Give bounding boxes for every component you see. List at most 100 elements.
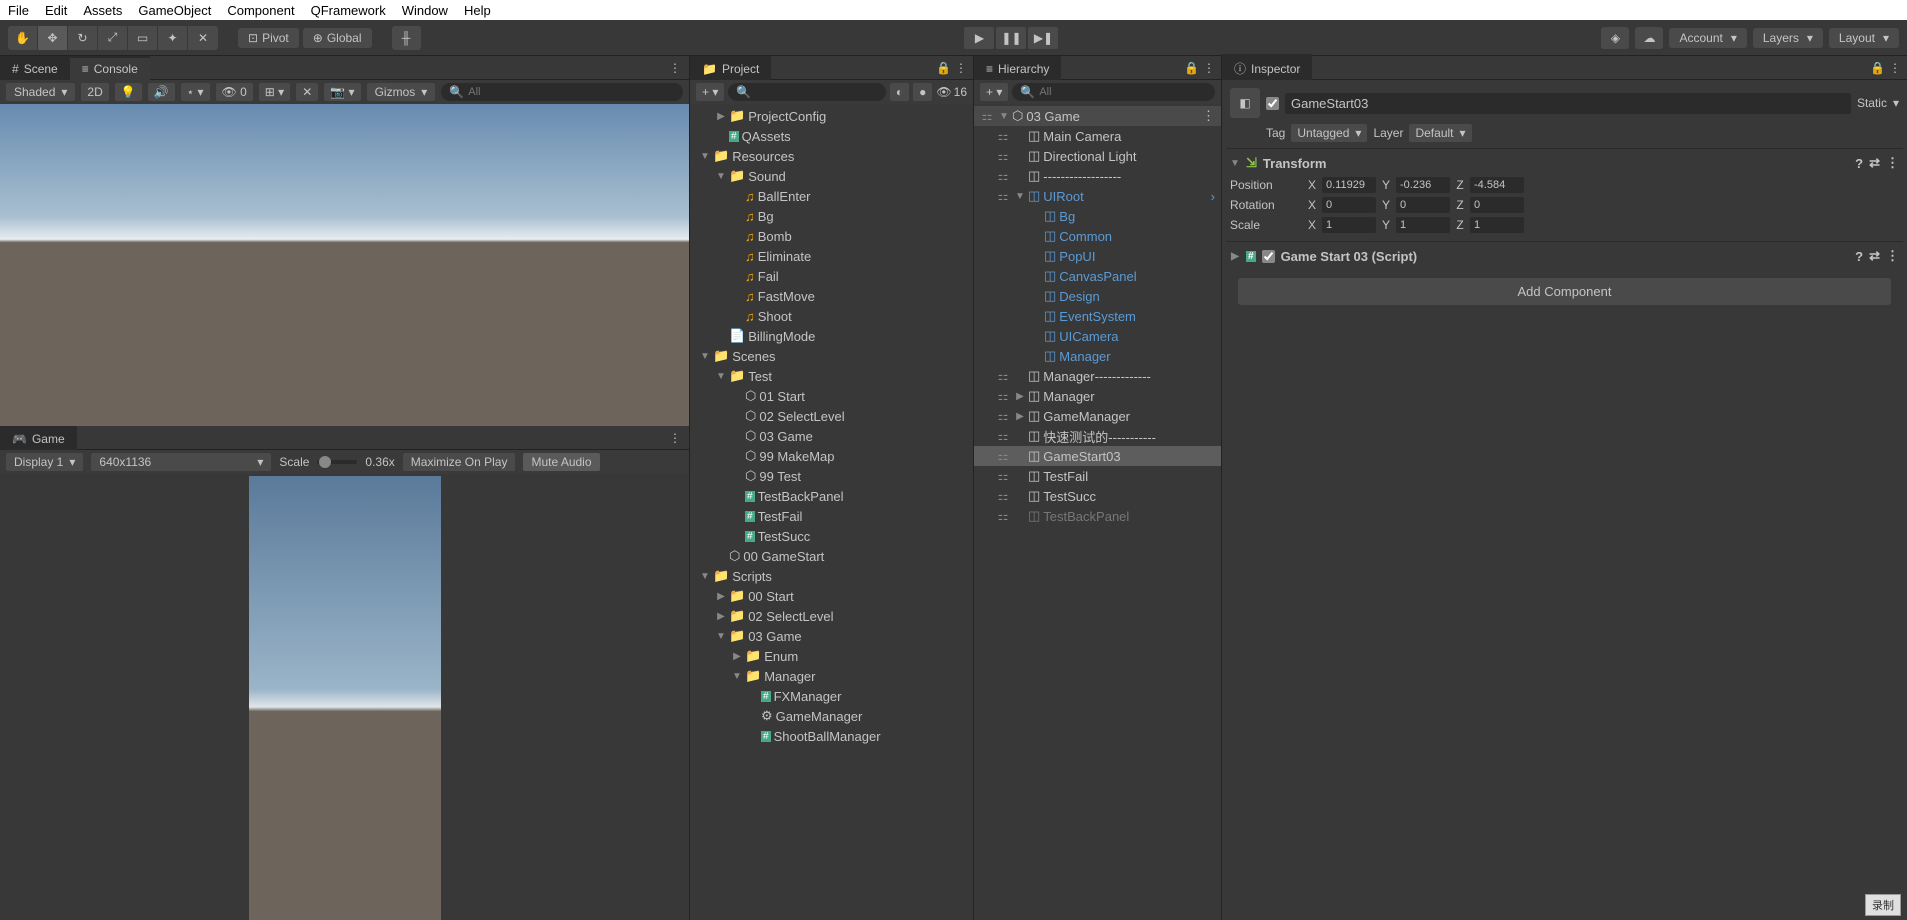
script-foldout[interactable]: ▶ (1230, 251, 1240, 262)
global-toggle[interactable]: ⊕ Global (303, 28, 372, 48)
account-dropdown[interactable]: Account ▾ (1669, 28, 1746, 48)
rect-tool[interactable]: ▭ (128, 26, 158, 50)
project-item-manager[interactable]: ▼📁 Manager (690, 666, 973, 686)
project-item-fxmanager[interactable]: # FXManager (690, 686, 973, 706)
project-item-ballenter[interactable]: ♫ BallEnter (690, 186, 973, 206)
tab-console[interactable]: ≡ Console (70, 56, 150, 80)
project-item-bg[interactable]: ♫ Bg (690, 206, 973, 226)
project-item-99-makemap[interactable]: ⬡ 99 MakeMap (690, 446, 973, 466)
project-item-scripts[interactable]: ▼📁 Scripts (690, 566, 973, 586)
menu-qframework[interactable]: QFramework (311, 3, 386, 18)
scale-tool[interactable]: ⤢ (98, 26, 128, 50)
scene-row[interactable]: ⚏▼ ⬡ 03 Game ⋮ (974, 106, 1221, 126)
project-item-test[interactable]: ▼📁 Test (690, 366, 973, 386)
layers-dropdown[interactable]: Layers ▾ (1753, 28, 1823, 48)
project-more-icon[interactable]: ⋮ (955, 61, 967, 75)
shading-dropdown[interactable]: Shaded ▾ (6, 83, 75, 101)
project-item-03-game[interactable]: ⬡ 03 Game (690, 426, 973, 446)
menu-window[interactable]: Window (402, 3, 448, 18)
cloud-button[interactable]: ☁ (1635, 27, 1663, 49)
menu-gameobject[interactable]: GameObject (138, 3, 211, 18)
hierarchy-item-design[interactable]: ◫ Design (974, 286, 1221, 306)
project-item-eliminate[interactable]: ♫ Eliminate (690, 246, 973, 266)
project-item-enum[interactable]: ▶📁 Enum (690, 646, 973, 666)
hand-tool[interactable]: ✋ (8, 26, 38, 50)
menu-file[interactable]: File (8, 3, 29, 18)
project-hidden[interactable]: 👁16 (936, 85, 967, 99)
hierarchy-item-directional-light[interactable]: ⚏◫ Directional Light (974, 146, 1221, 166)
tag-dropdown[interactable]: Untagged ▾ (1291, 124, 1367, 142)
project-item-fastmove[interactable]: ♫ FastMove (690, 286, 973, 306)
lighting-icon[interactable]: 💡 (115, 83, 142, 101)
project-tree[interactable]: ▶📁 ProjectConfig# QAssets▼📁 Resources▼📁 … (690, 104, 973, 920)
mute-button[interactable]: Mute Audio (523, 453, 599, 471)
project-item-resources[interactable]: ▼📁 Resources (690, 146, 973, 166)
menu-component[interactable]: Component (227, 3, 294, 18)
project-lock-icon[interactable]: 🔒 (936, 61, 951, 75)
static-dropdown[interactable]: ▾ (1893, 96, 1899, 110)
game-more-icon[interactable]: ⋮ (669, 431, 681, 445)
hierarchy-item-main-camera[interactable]: ⚏◫ Main Camera (974, 126, 1221, 146)
layer-dropdown[interactable]: Default ▾ (1409, 124, 1471, 142)
collab-button[interactable]: ◈ (1601, 27, 1629, 49)
step-button[interactable]: ▶❚ (1028, 27, 1058, 49)
project-item-testsucc[interactable]: # TestSucc (690, 526, 973, 546)
project-item-bomb[interactable]: ♫ Bomb (690, 226, 973, 246)
project-item-02-selectlevel[interactable]: ⬡ 02 SelectLevel (690, 406, 973, 426)
project-item-scenes[interactable]: ▼📁 Scenes (690, 346, 973, 366)
hierarchy-item--[interactable]: ⚏◫ 快速测试的----------- (974, 426, 1221, 446)
hierarchy-item-manager-[interactable]: ⚏◫ Manager------------- (974, 366, 1221, 386)
position-z[interactable] (1470, 177, 1524, 193)
hierarchy-item-manager[interactable]: ⚏▶◫ Manager (974, 386, 1221, 406)
hierarchy-item-bg[interactable]: ◫ Bg (974, 206, 1221, 226)
hierarchy-item-gamestart03[interactable]: ⚏◫ GameStart03 (974, 446, 1221, 466)
transform-foldout[interactable]: ▼ (1230, 158, 1240, 169)
layout-dropdown[interactable]: Layout ▾ (1829, 28, 1899, 48)
project-item-billingmode[interactable]: 📄 BillingMode (690, 326, 973, 346)
project-item-03-game[interactable]: ▼📁 03 Game (690, 626, 973, 646)
hidden-icon[interactable]: 👁 0 (216, 83, 253, 101)
record-button[interactable]: 录制 (1865, 894, 1901, 916)
rotation-z[interactable] (1470, 197, 1524, 213)
hierarchy-item-manager[interactable]: ◫ Manager (974, 346, 1221, 366)
hierarchy-item-uiroot[interactable]: ⚏▼◫ UIRoot› (974, 186, 1221, 206)
project-search[interactable]: 🔍 (728, 83, 886, 101)
scene-row-more-icon[interactable]: ⋮ (1202, 108, 1215, 124)
project-item-testbackpanel[interactable]: # TestBackPanel (690, 486, 973, 506)
hierarchy-item-canvaspanel[interactable]: ◫ CanvasPanel (974, 266, 1221, 286)
scale-x[interactable] (1322, 217, 1376, 233)
project-item-testfail[interactable]: # TestFail (690, 506, 973, 526)
script-preset-icon[interactable]: ⇄ (1869, 248, 1880, 264)
pivot-toggle[interactable]: ⊡ Pivot (238, 28, 299, 48)
menu-edit[interactable]: Edit (45, 3, 67, 18)
gameobject-icon[interactable]: ◧ (1230, 88, 1260, 118)
tab-scene[interactable]: # Scene (0, 56, 70, 80)
project-item-fail[interactable]: ♫ Fail (690, 266, 973, 286)
script-more-icon[interactable]: ⋮ (1886, 248, 1899, 264)
project-search-input[interactable] (755, 86, 878, 98)
scene-more-icon[interactable]: ⋮ (669, 61, 681, 75)
add-component-button[interactable]: Add Component (1238, 278, 1891, 305)
hierarchy-add-button[interactable]: + ▾ (980, 83, 1008, 101)
fx-icon[interactable]: ⋆ ▾ (181, 83, 210, 101)
project-item-shootballmanager[interactable]: # ShootBallManager (690, 726, 973, 746)
transform-help-icon[interactable]: ? (1855, 156, 1863, 171)
maximize-button[interactable]: Maximize On Play (403, 453, 516, 471)
hierarchy-item--[interactable]: ⚏◫ ------------------ (974, 166, 1221, 186)
position-y[interactable] (1396, 177, 1450, 193)
scene-search-input[interactable] (468, 86, 675, 98)
transform-tool[interactable]: ✦ (158, 26, 188, 50)
script-enabled-checkbox[interactable] (1262, 250, 1275, 263)
rotate-tool[interactable]: ↻ (68, 26, 98, 50)
2d-toggle[interactable]: 2D (81, 83, 108, 101)
menu-help[interactable]: Help (464, 3, 491, 18)
game-view[interactable] (0, 474, 689, 920)
project-fav-icon[interactable]: ● (913, 83, 932, 101)
hierarchy-item-testfail[interactable]: ⚏◫ TestFail (974, 466, 1221, 486)
project-item-00-start[interactable]: ▶📁 00 Start (690, 586, 973, 606)
hierarchy-item-gamemanager[interactable]: ⚏▶◫ GameManager (974, 406, 1221, 426)
transform-more-icon[interactable]: ⋮ (1886, 155, 1899, 171)
hierarchy-search-input[interactable] (1039, 86, 1207, 98)
hierarchy-tree[interactable]: ⚏▼ ⬡ 03 Game ⋮ ⚏◫ Main Camera⚏◫ Directio… (974, 104, 1221, 920)
hierarchy-item-testbackpanel[interactable]: ⚏◫ TestBackPanel (974, 506, 1221, 526)
